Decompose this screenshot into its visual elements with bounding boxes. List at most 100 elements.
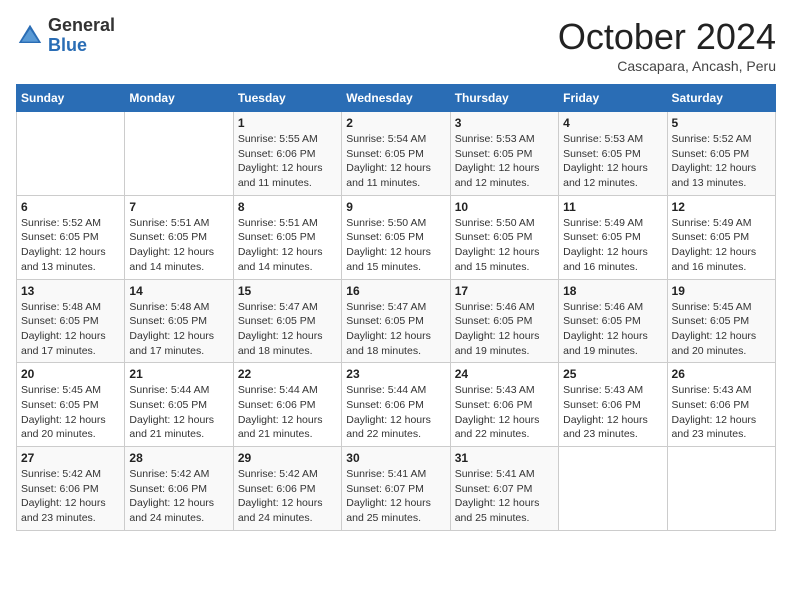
calendar-cell: 8Sunrise: 5:51 AM Sunset: 6:05 PM Daylig… xyxy=(233,195,341,279)
calendar-cell xyxy=(559,447,667,531)
day-number: 28 xyxy=(129,451,228,465)
calendar-cell: 2 Sunrise: 5:54 AM Sunset: 6:05 PM Daylig… xyxy=(342,112,450,196)
day-info: Sunrise: 5:48 AM Sunset: 6:05 PM Dayligh… xyxy=(21,300,120,359)
header-wednesday: Wednesday xyxy=(342,85,450,112)
day-number: 27 xyxy=(21,451,120,465)
day-info: Sunrise: 5:47 AM Sunset: 6:05 PM Dayligh… xyxy=(238,300,337,359)
calendar-week-2: 6 Sunrise: 5:52 AM Sunset: 6:05 PM Daylig… xyxy=(17,195,776,279)
day-info: Sunrise: 5:55 AM Sunset: 6:06 PM Dayligh… xyxy=(238,132,337,191)
calendar-cell: 16 Sunrise: 5:47 AM Sunset: 6:05 PM Dayli… xyxy=(342,279,450,363)
day-info: Sunrise: 5:41 AM Sunset: 6:07 PM Dayligh… xyxy=(346,467,445,526)
day-info: Sunrise: 5:42 AM Sunset: 6:06 PM Dayligh… xyxy=(238,467,337,526)
day-number: 18 xyxy=(563,284,662,298)
day-number: 26 xyxy=(672,367,771,381)
calendar-cell: 11Sunrise: 5:49 AM Sunset: 6:05 PM Dayli… xyxy=(559,195,667,279)
calendar-cell: 7 Sunrise: 5:51 AM Sunset: 6:05 PM Daylig… xyxy=(125,195,233,279)
calendar-week-4: 20 Sunrise: 5:45 AM Sunset: 6:05 PM Dayli… xyxy=(17,363,776,447)
day-number: 25 xyxy=(563,367,662,381)
day-info: Sunrise: 5:53 AM Sunset: 6:05 PM Dayligh… xyxy=(563,132,662,191)
calendar-cell: 26 Sunrise: 5:43 AM Sunset: 6:06 PM Dayli… xyxy=(667,363,775,447)
day-info: Sunrise: 5:53 AM Sunset: 6:05 PM Dayligh… xyxy=(455,132,554,191)
calendar-cell: 12 Sunrise: 5:49 AM Sunset: 6:05 PM Dayli… xyxy=(667,195,775,279)
header-monday: Monday xyxy=(125,85,233,112)
day-number: 19 xyxy=(672,284,771,298)
calendar-cell: 9 Sunrise: 5:50 AM Sunset: 6:05 PM Daylig… xyxy=(342,195,450,279)
day-number: 23 xyxy=(346,367,445,381)
page-header: General Blue October 2024 Cascapara, Anc… xyxy=(16,16,776,74)
day-info: Sunrise: 5:44 AM Sunset: 6:06 PM Dayligh… xyxy=(346,383,445,442)
day-info: Sunrise: 5:43 AM Sunset: 6:06 PM Dayligh… xyxy=(672,383,771,442)
day-info: Sunrise: 5:48 AM Sunset: 6:05 PM Dayligh… xyxy=(129,300,228,359)
location: Cascapara, Ancash, Peru xyxy=(558,58,776,74)
calendar-cell: 19 Sunrise: 5:45 AM Sunset: 6:05 PM Dayli… xyxy=(667,279,775,363)
day-info: Sunrise: 5:49 AM Sunset: 6:05 PM Dayligh… xyxy=(672,216,771,275)
header-saturday: Saturday xyxy=(667,85,775,112)
day-number: 24 xyxy=(455,367,554,381)
day-info: Sunrise: 5:45 AM Sunset: 6:05 PM Dayligh… xyxy=(672,300,771,359)
day-number: 2 xyxy=(346,116,445,130)
logo-text: General Blue xyxy=(48,16,115,56)
day-number: 8 xyxy=(238,200,337,214)
day-info: Sunrise: 5:50 AM Sunset: 6:05 PM Dayligh… xyxy=(346,216,445,275)
day-info: Sunrise: 5:49 AM Sunset: 6:05 PM Dayligh… xyxy=(563,216,662,275)
day-number: 1 xyxy=(238,116,337,130)
day-number: 16 xyxy=(346,284,445,298)
calendar-cell: 3 Sunrise: 5:53 AM Sunset: 6:05 PM Daylig… xyxy=(450,112,558,196)
day-number: 30 xyxy=(346,451,445,465)
title-block: October 2024 Cascapara, Ancash, Peru xyxy=(558,16,776,74)
logo-general: General xyxy=(48,16,115,36)
day-info: Sunrise: 5:44 AM Sunset: 6:06 PM Dayligh… xyxy=(238,383,337,442)
day-info: Sunrise: 5:50 AM Sunset: 6:05 PM Dayligh… xyxy=(455,216,554,275)
calendar-cell: 28 Sunrise: 5:42 AM Sunset: 6:06 PM Dayli… xyxy=(125,447,233,531)
day-number: 3 xyxy=(455,116,554,130)
day-info: Sunrise: 5:42 AM Sunset: 6:06 PM Dayligh… xyxy=(21,467,120,526)
month-title: October 2024 xyxy=(558,16,776,58)
day-info: Sunrise: 5:47 AM Sunset: 6:05 PM Dayligh… xyxy=(346,300,445,359)
day-number: 31 xyxy=(455,451,554,465)
header-thursday: Thursday xyxy=(450,85,558,112)
logo: General Blue xyxy=(16,16,115,56)
day-number: 20 xyxy=(21,367,120,381)
calendar-cell: 25 Sunrise: 5:43 AM Sunset: 6:06 PM Dayli… xyxy=(559,363,667,447)
calendar-cell: 4Sunrise: 5:53 AM Sunset: 6:05 PM Daylig… xyxy=(559,112,667,196)
day-info: Sunrise: 5:54 AM Sunset: 6:05 PM Dayligh… xyxy=(346,132,445,191)
day-info: Sunrise: 5:43 AM Sunset: 6:06 PM Dayligh… xyxy=(455,383,554,442)
calendar-cell xyxy=(125,112,233,196)
day-info: Sunrise: 5:46 AM Sunset: 6:05 PM Dayligh… xyxy=(563,300,662,359)
calendar-cell: 18 Sunrise: 5:46 AM Sunset: 6:05 PM Dayli… xyxy=(559,279,667,363)
calendar-cell: 21 Sunrise: 5:44 AM Sunset: 6:05 PM Dayli… xyxy=(125,363,233,447)
day-number: 22 xyxy=(238,367,337,381)
calendar-cell: 23 Sunrise: 5:44 AM Sunset: 6:06 PM Dayli… xyxy=(342,363,450,447)
day-number: 12 xyxy=(672,200,771,214)
day-number: 14 xyxy=(129,284,228,298)
calendar-cell: 14 Sunrise: 5:48 AM Sunset: 6:05 PM Dayli… xyxy=(125,279,233,363)
day-number: 29 xyxy=(238,451,337,465)
day-info: Sunrise: 5:42 AM Sunset: 6:06 PM Dayligh… xyxy=(129,467,228,526)
calendar-cell: 27 Sunrise: 5:42 AM Sunset: 6:06 PM Dayli… xyxy=(17,447,125,531)
day-info: Sunrise: 5:52 AM Sunset: 6:05 PM Dayligh… xyxy=(21,216,120,275)
day-info: Sunrise: 5:43 AM Sunset: 6:06 PM Dayligh… xyxy=(563,383,662,442)
day-number: 17 xyxy=(455,284,554,298)
day-info: Sunrise: 5:44 AM Sunset: 6:05 PM Dayligh… xyxy=(129,383,228,442)
day-number: 21 xyxy=(129,367,228,381)
calendar-week-3: 13 Sunrise: 5:48 AM Sunset: 6:05 PM Dayli… xyxy=(17,279,776,363)
day-number: 5 xyxy=(672,116,771,130)
calendar-week-1: 1 Sunrise: 5:55 AM Sunset: 6:06 PM Daylig… xyxy=(17,112,776,196)
calendar-cell xyxy=(667,447,775,531)
calendar-cell xyxy=(17,112,125,196)
day-info: Sunrise: 5:45 AM Sunset: 6:05 PM Dayligh… xyxy=(21,383,120,442)
day-info: Sunrise: 5:51 AM Sunset: 6:05 PM Dayligh… xyxy=(129,216,228,275)
day-info: Sunrise: 5:46 AM Sunset: 6:05 PM Dayligh… xyxy=(455,300,554,359)
calendar-week-5: 27 Sunrise: 5:42 AM Sunset: 6:06 PM Dayli… xyxy=(17,447,776,531)
calendar-cell: 17 Sunrise: 5:46 AM Sunset: 6:05 PM Dayli… xyxy=(450,279,558,363)
calendar-cell: 5Sunrise: 5:52 AM Sunset: 6:05 PM Daylig… xyxy=(667,112,775,196)
calendar-cell: 15Sunrise: 5:47 AM Sunset: 6:05 PM Dayli… xyxy=(233,279,341,363)
day-number: 7 xyxy=(129,200,228,214)
calendar-cell: 29 Sunrise: 5:42 AM Sunset: 6:06 PM Dayli… xyxy=(233,447,341,531)
day-number: 10 xyxy=(455,200,554,214)
day-number: 6 xyxy=(21,200,120,214)
calendar-cell: 31Sunrise: 5:41 AM Sunset: 6:07 PM Dayli… xyxy=(450,447,558,531)
header-tuesday: Tuesday xyxy=(233,85,341,112)
day-number: 9 xyxy=(346,200,445,214)
day-number: 13 xyxy=(21,284,120,298)
